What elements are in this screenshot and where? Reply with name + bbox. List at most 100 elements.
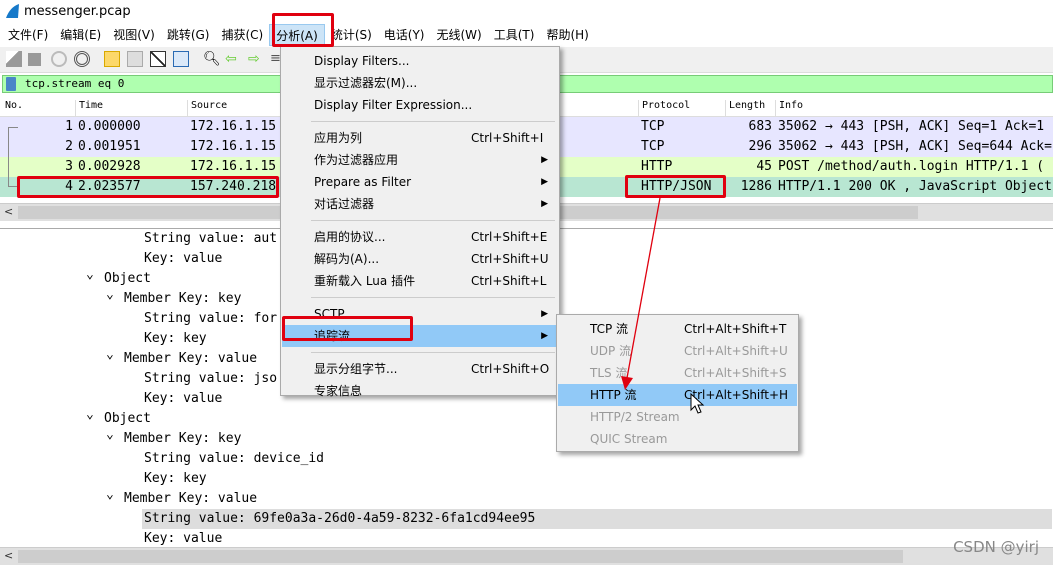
expand-chevron-icon[interactable]: ⌄ bbox=[106, 425, 114, 445]
detail-text: Key: value bbox=[144, 391, 223, 406]
detail-text: Key: key bbox=[144, 331, 207, 346]
wireshark-fin-icon bbox=[6, 4, 19, 18]
filter-input[interactable]: tcp.stream eq 0 bbox=[25, 77, 124, 90]
menu-item[interactable]: TLS 流 Ctrl+Alt+Shift+S bbox=[558, 362, 797, 384]
menu-10[interactable]: 帮助(H) bbox=[540, 24, 594, 46]
close-file-icon[interactable] bbox=[150, 51, 166, 67]
menu-1[interactable]: 编辑(E) bbox=[54, 24, 107, 46]
menu-item[interactable]: QUIC Stream bbox=[558, 428, 797, 450]
expand-chevron-icon[interactable]: ⌄ bbox=[86, 265, 94, 285]
stop-capture-icon[interactable] bbox=[28, 53, 41, 66]
menu-item-label: 重新载入 Lua 插件 bbox=[314, 274, 416, 288]
detail-line[interactable]: ⌄ Member Key: value bbox=[106, 347, 257, 369]
submenu-arrow-icon: ▶ bbox=[541, 177, 548, 187]
go-forward-icon[interactable]: ⇨ bbox=[248, 51, 264, 67]
cell-length: 296 bbox=[748, 139, 772, 154]
menu-item[interactable]: Display Filter Expression... bbox=[282, 94, 558, 116]
detail-line[interactable]: Key: key bbox=[144, 469, 207, 489]
menu-2[interactable]: 视图(V) bbox=[107, 24, 161, 46]
reload-file-icon[interactable] bbox=[173, 51, 189, 67]
detail-text: Object bbox=[104, 271, 151, 286]
menu-separator bbox=[311, 121, 555, 122]
menu-item-label: HTTP/2 Stream bbox=[590, 410, 680, 424]
start-capture-icon[interactable] bbox=[6, 51, 22, 67]
detail-text: Key: value bbox=[144, 531, 223, 546]
detail-line[interactable]: String value: aut bbox=[144, 229, 277, 249]
cell-protocol: TCP bbox=[641, 139, 665, 154]
menu-item[interactable]: 应用为列 Ctrl+Shift+I bbox=[282, 127, 558, 149]
cell-info: HTTP/1.1 200 OK , JavaScript Object bbox=[778, 179, 1052, 194]
menu-separator bbox=[311, 220, 555, 221]
detail-line[interactable]: Key: value bbox=[144, 389, 222, 409]
menu-item-label: 对话过滤器 bbox=[314, 197, 375, 211]
detail-line[interactable]: String value: for bbox=[144, 309, 277, 329]
bookmark-icon[interactable] bbox=[6, 77, 16, 91]
detail-line[interactable]: ⌄ Member Key: value bbox=[106, 487, 257, 509]
column-source[interactable]: Source bbox=[187, 100, 227, 116]
mouse-cursor-icon bbox=[690, 393, 705, 414]
menu-item-label: HTTP 流 bbox=[590, 388, 637, 402]
menu-item-label: 显示过滤器宏(M)... bbox=[314, 76, 418, 90]
menu-item-label: UDP 流 bbox=[590, 344, 632, 358]
detail-line[interactable]: Key: value bbox=[144, 249, 222, 269]
detail-line[interactable]: String value: jso bbox=[144, 369, 277, 389]
menu-item[interactable]: Display Filters... bbox=[282, 50, 558, 72]
expand-chevron-icon[interactable]: ⌄ bbox=[106, 345, 114, 365]
detail-line[interactable]: Key: value bbox=[144, 529, 222, 549]
find-packet-icon[interactable]: 🔍︎ bbox=[203, 51, 221, 67]
menu-3[interactable]: 跳转(G) bbox=[161, 24, 216, 46]
detail-text: Object bbox=[104, 411, 151, 426]
column-length[interactable]: Length bbox=[725, 100, 765, 116]
menu-7[interactable]: 电话(Y) bbox=[378, 24, 431, 46]
detail-line[interactable]: Key: key bbox=[144, 329, 207, 349]
menu-item[interactable]: 启用的协议... Ctrl+Shift+E bbox=[282, 226, 558, 248]
menu-item-shortcut: Ctrl+Shift+E bbox=[471, 230, 548, 244]
detail-text: String value: 69fe0a3a-26d0-4a59-8232-6f… bbox=[144, 511, 536, 526]
menu-item[interactable]: 解码为(A)... Ctrl+Shift+U bbox=[282, 248, 558, 270]
save-file-icon[interactable] bbox=[127, 51, 143, 67]
menu-item[interactable]: Prepare as Filter ▶ bbox=[282, 171, 558, 193]
menu-item[interactable]: HTTP 流 Ctrl+Alt+Shift+H bbox=[558, 384, 797, 406]
analyze-menu: Display Filters... 显示过滤器宏(M)... Display Fi… bbox=[280, 46, 560, 398]
menu-item[interactable]: 作为过滤器应用 ▶ bbox=[282, 149, 558, 171]
detail-line[interactable]: ⌄ Member Key: key bbox=[106, 287, 241, 309]
details-hscrollbar[interactable]: < bbox=[0, 547, 1053, 565]
detail-line[interactable]: String value: device_id bbox=[144, 449, 324, 469]
menu-item[interactable]: 显示分组字节... Ctrl+Shift+O bbox=[282, 358, 558, 380]
menu-separator bbox=[311, 297, 555, 298]
column-time[interactable]: Time bbox=[75, 100, 103, 116]
menu-item-label: Display Filter Expression... bbox=[314, 98, 473, 112]
follow-stream-submenu: TCP 流 Ctrl+Alt+Shift+T UDP 流 Ctrl+Alt+Shift… bbox=[556, 314, 799, 452]
detail-line[interactable]: ⌄ Member Key: key bbox=[106, 427, 241, 449]
highlight-analyze-menu bbox=[272, 13, 334, 47]
restart-capture-icon[interactable] bbox=[51, 51, 67, 67]
expand-chevron-icon[interactable]: ⌄ bbox=[86, 405, 94, 425]
cell-length: 45 bbox=[756, 159, 772, 174]
column-no[interactable]: No. bbox=[2, 100, 23, 116]
expand-chevron-icon[interactable]: ⌄ bbox=[106, 485, 114, 505]
detail-line[interactable]: String value: 69fe0a3a-26d0-4a59-8232-6f… bbox=[142, 509, 1052, 529]
menu-item[interactable]: 对话过滤器 ▶ bbox=[282, 193, 558, 215]
menu-0[interactable]: 文件(F) bbox=[2, 24, 54, 46]
highlight-packet-4 bbox=[17, 176, 279, 198]
cell-no: 1 bbox=[65, 119, 73, 134]
open-file-icon[interactable] bbox=[104, 51, 120, 67]
column-info[interactable]: Info bbox=[775, 100, 803, 116]
menu-item[interactable]: 显示过滤器宏(M)... bbox=[282, 72, 558, 94]
menu-8[interactable]: 无线(W) bbox=[431, 24, 488, 46]
go-back-icon[interactable]: ⇦ bbox=[225, 51, 241, 67]
cell-source: 172.16.1.15 bbox=[190, 139, 277, 154]
menu-item[interactable]: UDP 流 Ctrl+Alt+Shift+U bbox=[558, 340, 797, 362]
menu-item[interactable]: TCP 流 Ctrl+Alt+Shift+T bbox=[558, 318, 797, 340]
menu-4[interactable]: 捕获(C) bbox=[215, 24, 269, 46]
menu-item[interactable]: HTTP/2 Stream bbox=[558, 406, 797, 428]
expand-chevron-icon[interactable]: ⌄ bbox=[106, 285, 114, 305]
column-protocol[interactable]: Protocol bbox=[638, 100, 690, 116]
menu-item[interactable]: 专家信息 bbox=[282, 380, 558, 402]
cell-no: 3 bbox=[65, 159, 73, 174]
menu-9[interactable]: 工具(T) bbox=[488, 24, 541, 46]
capture-options-icon[interactable] bbox=[74, 51, 90, 67]
menu-item[interactable]: 重新载入 Lua 插件 Ctrl+Shift+L bbox=[282, 270, 558, 292]
menu-item-shortcut: Ctrl+Alt+Shift+U bbox=[684, 344, 788, 358]
menu-item-shortcut: Ctrl+Shift+O bbox=[471, 362, 550, 376]
